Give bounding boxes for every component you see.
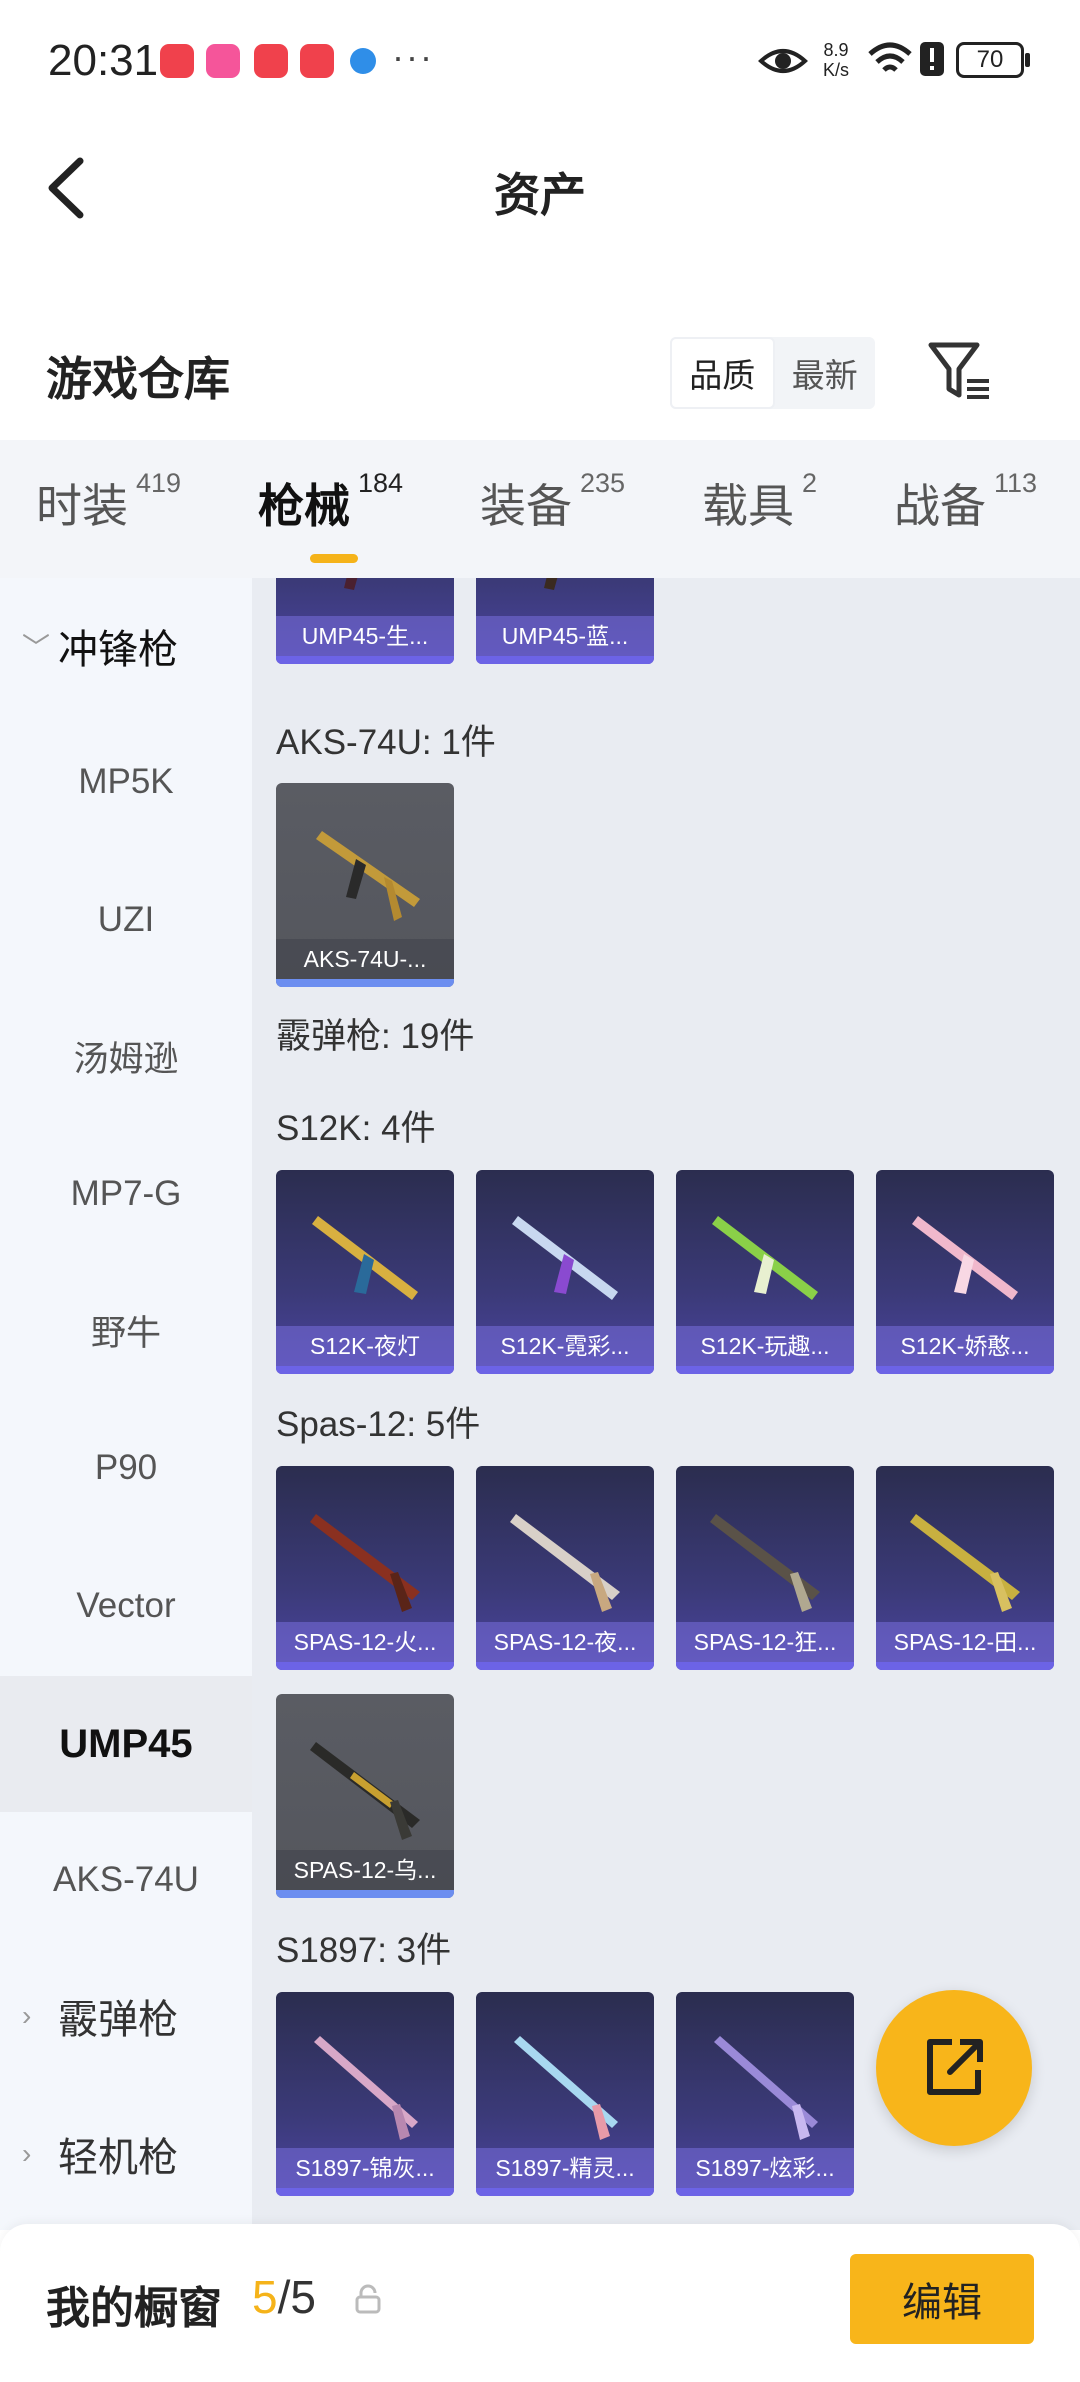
notification-app-icon	[160, 44, 194, 78]
weapon-card[interactable]: SPAS-12-狂...	[676, 1466, 854, 1670]
filter-icon[interactable]	[925, 337, 995, 407]
notification-app-icon	[206, 44, 240, 78]
weapon-card[interactable]: S12K-玩趣...	[676, 1170, 854, 1374]
s1897-skin-image	[514, 2036, 618, 2140]
sort-latest-button[interactable]: 最新	[775, 337, 876, 409]
showcase-label: 我的橱窗	[46, 2284, 222, 2333]
section-header: S12K: 4件	[276, 1109, 436, 1148]
status-bar: 20:31 ··· 8.9 K/s 70	[0, 0, 1080, 125]
spas12-skin-image	[710, 1514, 820, 1612]
alert-icon	[920, 42, 944, 76]
sidebar-item-p90[interactable]: P90	[0, 1400, 252, 1536]
weapon-card[interactable]: UMP45-生...	[276, 578, 454, 664]
weapon-card[interactable]: SPAS-12-乌...	[276, 1694, 454, 1898]
sidebar-item-aks74u[interactable]: AKS-74U	[0, 1812, 252, 1948]
sidebar-group-shotgun[interactable]: › 霰弹枪	[0, 1948, 252, 2084]
lock-icon	[355, 2284, 381, 2314]
weapon-card[interactable]: S12K-霓彩...	[476, 1170, 654, 1374]
chevron-right-icon: ›	[22, 2138, 32, 2169]
aks74u-skin-image	[316, 831, 420, 921]
battery-indicator: 70	[956, 42, 1024, 78]
weapon-card[interactable]: S1897-精灵...	[476, 1992, 654, 2196]
tab-fashion[interactable]: 时装 419	[36, 468, 181, 536]
sidebar-item-uzi[interactable]: UZI	[0, 852, 252, 988]
sort-toggle: 品质 最新	[670, 337, 875, 409]
showcase-count: 5/5	[252, 2271, 316, 2323]
share-icon	[927, 2039, 983, 2095]
weapon-card[interactable]: AKS-74U-...	[276, 783, 454, 987]
notification-app-icon	[300, 44, 334, 78]
category-tabs: 时装 419 枪械 184 装备 235 载具 2 战备 113	[0, 440, 1080, 578]
browser-app-icon	[350, 48, 376, 74]
more-notifications-icon: ···	[392, 36, 434, 77]
status-time: 20:31	[48, 36, 159, 85]
weapon-card[interactable]: SPAS-12-火...	[276, 1466, 454, 1670]
weapon-grid: UMP45-生... UMP45-蓝... AKS-74U: 1件 AKS-74…	[252, 578, 1080, 2230]
sidebar-item-thompson[interactable]: 汤姆逊	[0, 988, 252, 1124]
sidebar-item-bizon[interactable]: 野牛	[0, 1262, 252, 1398]
weapon-card[interactable]: S12K-娇憨...	[876, 1170, 1054, 1374]
weapon-type-sidebar: ﹀ 冲锋枪 MP5K UZI 汤姆逊 MP7-G 野牛 P90 Vector UM…	[0, 578, 252, 2230]
spas12-skin-image	[910, 1514, 1020, 1612]
section-header: 霰弹枪: 19件	[276, 1017, 475, 1056]
sidebar-item-mp7g[interactable]: MP7-G	[0, 1126, 252, 1262]
section-header: AKS-74U: 1件	[276, 723, 496, 762]
tab-vehicles[interactable]: 载具 2	[702, 468, 817, 536]
s12k-skin-image	[312, 1216, 418, 1300]
spas12-skin-image	[310, 1514, 420, 1612]
s12k-skin-image	[712, 1216, 818, 1300]
sidebar-group-smg[interactable]: ﹀ 冲锋枪	[0, 578, 252, 714]
tab-combat-gear[interactable]: 战备 113	[894, 468, 1037, 536]
wifi-icon	[868, 42, 912, 72]
tab-equipment[interactable]: 装备 235	[480, 468, 625, 536]
battery-tip	[1025, 53, 1030, 67]
edit-button[interactable]: 编辑	[850, 2254, 1034, 2344]
sidebar-item-mp5k[interactable]: MP5K	[0, 714, 252, 850]
weapon-card[interactable]: SPAS-12-田...	[876, 1466, 1054, 1670]
sidebar-group-lmg[interactable]: › 轻机枪	[0, 2086, 252, 2222]
spas12-skin-image	[310, 1742, 420, 1840]
chevron-down-icon: ﹀	[22, 632, 51, 663]
ump45-skin-image	[344, 578, 358, 590]
active-tab-indicator	[310, 554, 358, 563]
chevron-right-icon: ›	[22, 2000, 32, 2031]
tab-weapons[interactable]: 枪械 184	[258, 468, 403, 563]
s1897-skin-image	[714, 2036, 818, 2140]
share-fab-button[interactable]	[876, 1990, 1032, 2146]
section-header: Spas-12: 5件	[276, 1405, 481, 1444]
weapon-card[interactable]: SPAS-12-夜...	[476, 1466, 654, 1670]
sort-quality-button[interactable]: 品质	[670, 337, 775, 409]
weapon-card[interactable]: S12K-夜灯	[276, 1170, 454, 1374]
section-header: S1897: 3件	[276, 1931, 452, 1970]
sidebar-item-vector[interactable]: Vector	[0, 1538, 252, 1674]
weapon-card[interactable]: UMP45-蓝...	[476, 578, 654, 664]
spas12-skin-image	[510, 1514, 620, 1612]
network-speed: 8.9 K/s	[822, 40, 849, 80]
weapon-card[interactable]: S1897-炫彩...	[676, 1992, 854, 2196]
weapon-card[interactable]: S1897-锦灰...	[276, 1992, 454, 2196]
warehouse-title: 游戏仓库	[46, 353, 230, 405]
showcase-bar: 我的橱窗 5/5 编辑	[0, 2224, 1080, 2382]
s12k-skin-image	[912, 1216, 1018, 1300]
ump45-skin-image	[544, 578, 558, 590]
warehouse-header: 游戏仓库 品质 最新	[0, 255, 1080, 440]
notification-app-icon	[254, 44, 288, 78]
s12k-skin-image	[512, 1216, 618, 1300]
title-bar: 资产	[0, 125, 1080, 255]
s1897-skin-image	[314, 2036, 418, 2140]
sidebar-item-ump45[interactable]: UMP45	[0, 1676, 252, 1812]
eye-icon	[758, 49, 808, 73]
page-title: 资产	[494, 169, 586, 221]
